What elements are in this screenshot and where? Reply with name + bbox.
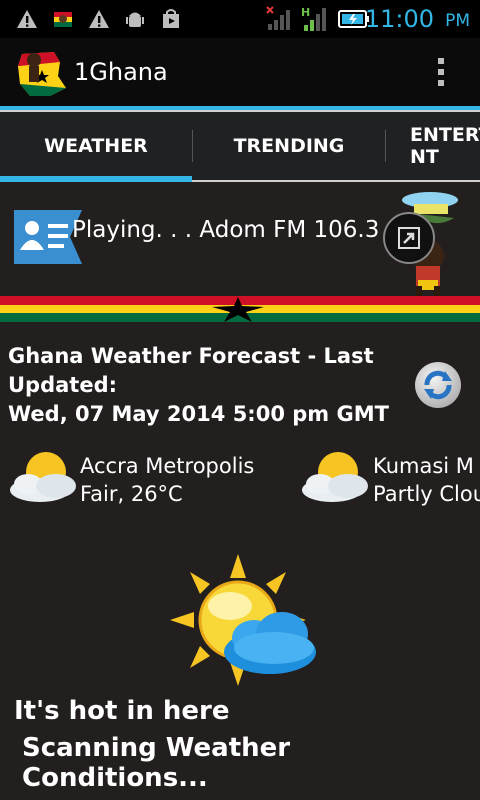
tab-bar: WEATHER TRENDING ENTERT NT: [0, 110, 480, 182]
popout-button[interactable]: [383, 212, 435, 264]
refresh-button[interactable]: [415, 362, 461, 408]
app-title: 1Ghana: [74, 58, 168, 86]
signal-h-icon: H: [301, 6, 326, 31]
app-logo-icon[interactable]: [14, 48, 70, 100]
tab-label: TRENDING: [233, 135, 345, 157]
city-condition: Partly Clou: [373, 482, 480, 506]
now-playing-text: Playing. . . Adom FM 106.3: [72, 217, 380, 243]
status-bar: H 11:00 PM: [0, 0, 480, 38]
tab-weather[interactable]: WEATHER: [0, 112, 192, 180]
weather-comment: It's hot in here: [14, 696, 230, 726]
shopping-bag-icon: [163, 9, 179, 28]
tab-selected-indicator: [0, 176, 192, 182]
clock-time: 11:00: [364, 5, 434, 33]
clock-ampm: PM: [445, 11, 470, 31]
forecast-title-text: Ghana Weather Forecast - Last Updated: W…: [8, 344, 389, 426]
city-forecast-accra: Accra Metropolis Fair, 26°C: [80, 452, 254, 508]
tab-trending[interactable]: TRENDING: [193, 112, 385, 180]
refresh-icon: [424, 370, 452, 400]
city-name: Kumasi M: [373, 454, 474, 478]
android-debug-icon: [126, 12, 144, 27]
tab-divider: [385, 130, 386, 162]
app-flag-icon: [54, 12, 72, 27]
partly-cloudy-icon: [10, 452, 76, 502]
svg-text:H: H: [301, 6, 310, 19]
tab-label: WEATHER: [44, 135, 148, 157]
warning-icon: [89, 10, 109, 28]
partly-cloudy-icon: [302, 452, 368, 502]
city-name: Accra Metropolis: [80, 454, 255, 478]
scanning-status: Scanning Weather Conditions...: [22, 733, 291, 793]
sun-cloud-icon: [170, 554, 316, 686]
action-bar: 1Ghana: [0, 38, 480, 106]
forecast-title: Ghana Weather Forecast - Last Updated: W…: [8, 342, 408, 429]
city-forecast-kumasi: Kumasi M Partly Clou: [373, 452, 480, 508]
signal-no-service-icon: [266, 6, 290, 30]
popout-icon: [398, 227, 420, 249]
ghana-flag-divider: [0, 296, 480, 322]
warning-icon: [17, 10, 37, 28]
city-condition: Fair, 26°C: [80, 482, 183, 506]
overflow-menu-icon[interactable]: [438, 58, 446, 90]
tab-entertainment[interactable]: ENTERT NT: [410, 112, 480, 180]
tab-label: ENTERT NT: [410, 124, 480, 168]
